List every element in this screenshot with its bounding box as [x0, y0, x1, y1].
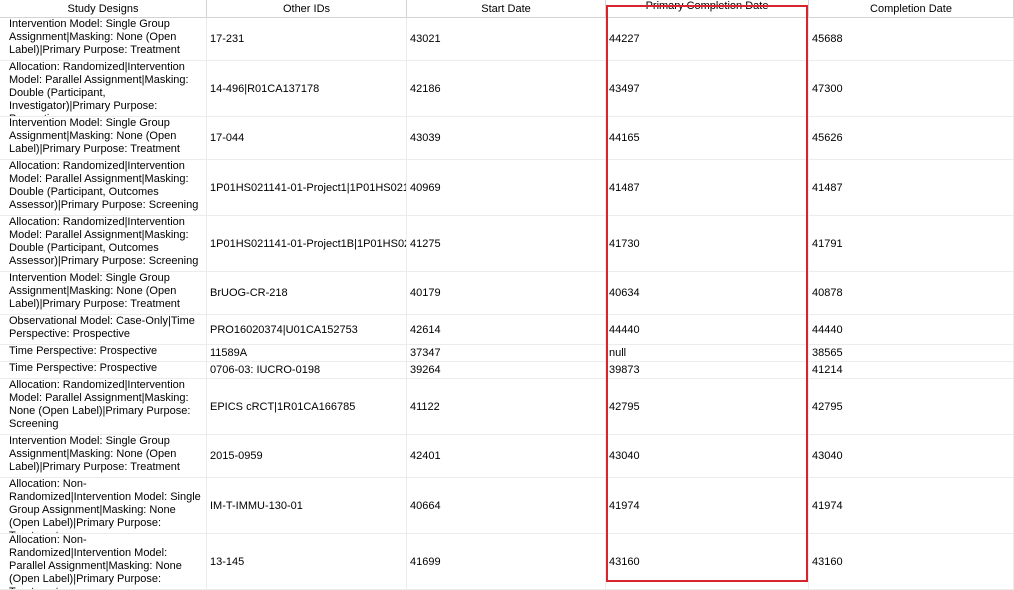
cell-start-date: 43021	[407, 18, 606, 60]
header-other-ids[interactable]: Other IDs	[207, 0, 407, 18]
cell-completion-date: 47300	[809, 61, 1014, 116]
cell-study-design: Intervention Model: Single Group Assignm…	[0, 435, 207, 477]
cell-other-ids: PRO16020374|U01CA152753	[207, 315, 407, 344]
cell-completion-date: 45626	[809, 117, 1014, 159]
cell-other-ids: 11589A	[207, 345, 407, 361]
cell-primary-completion-date: 40634	[606, 272, 809, 314]
cell-other-ids: 1P01HS021141-01-Project1|1P01HS021	[207, 160, 407, 215]
cell-other-ids: 17-231	[207, 18, 407, 60]
cell-completion-date: 42795	[809, 379, 1014, 434]
cell-primary-completion-date: 41730	[606, 216, 809, 271]
cell-completion-date: 41791	[809, 216, 1014, 271]
table-row[interactable]: Time Perspective: Prospective 11589A 373…	[0, 345, 1014, 362]
cell-start-date: 41122	[407, 379, 606, 434]
table-row[interactable]: Intervention Model: Single Group Assignm…	[0, 272, 1014, 315]
cell-start-date: 39264	[407, 362, 606, 378]
table-row[interactable]: Intervention Model: Single Group Assignm…	[0, 18, 1014, 61]
cell-primary-completion-date: 44227	[606, 18, 809, 60]
cell-primary-completion-date: 43040	[606, 435, 809, 477]
cell-start-date: 42401	[407, 435, 606, 477]
data-grid: Study Designs Other IDs Start Date Prima…	[0, 0, 1014, 590]
cell-primary-completion-date: 43160	[606, 534, 809, 589]
cell-other-ids: 1P01HS021141-01-Project1B|1P01HS02	[207, 216, 407, 271]
cell-study-design: Intervention Model: Single Group Assignm…	[0, 272, 207, 314]
table-body: Intervention Model: Single Group Assignm…	[0, 18, 1014, 590]
cell-start-date: 40664	[407, 478, 606, 533]
cell-primary-completion-date: 39873	[606, 362, 809, 378]
cell-primary-completion-date: 44440	[606, 315, 809, 344]
cell-start-date: 40969	[407, 160, 606, 215]
table-row[interactable]: Allocation: Randomized|Intervention Mode…	[0, 160, 1014, 216]
cell-completion-date: 40878	[809, 272, 1014, 314]
cell-other-ids: BrUOG-CR-218	[207, 272, 407, 314]
cell-study-design: Intervention Model: Single Group Assignm…	[0, 117, 207, 159]
column-header-row: Study Designs Other IDs Start Date Prima…	[0, 0, 1014, 18]
table-row[interactable]: Allocation: Randomized|Intervention Mode…	[0, 379, 1014, 435]
cell-study-design: Allocation: Non-Randomized|Intervention …	[0, 478, 207, 533]
cell-completion-date: 43160	[809, 534, 1014, 589]
cell-other-ids: EPICS cRCT|1R01CA166785	[207, 379, 407, 434]
table-row[interactable]: Intervention Model: Single Group Assignm…	[0, 435, 1014, 478]
table-row[interactable]: Allocation: Randomized|Intervention Mode…	[0, 216, 1014, 272]
cell-primary-completion-date: 43497	[606, 61, 809, 116]
cell-other-ids: IM-T-IMMU-130-01	[207, 478, 407, 533]
cell-primary-completion-date: 42795	[606, 379, 809, 434]
cell-start-date: 43039	[407, 117, 606, 159]
cell-start-date: 42614	[407, 315, 606, 344]
cell-completion-date: 41974	[809, 478, 1014, 533]
cell-other-ids: 14-496|R01CA137178	[207, 61, 407, 116]
cell-other-ids: 17-044	[207, 117, 407, 159]
cell-primary-completion-date: 41974	[606, 478, 809, 533]
cell-study-design: Allocation: Non-Randomized|Intervention …	[0, 534, 207, 589]
cell-primary-completion-date: 44165	[606, 117, 809, 159]
cell-start-date: 37347	[407, 345, 606, 361]
header-start-date[interactable]: Start Date	[407, 0, 606, 18]
table-row[interactable]: Allocation: Non-Randomized|Intervention …	[0, 534, 1014, 590]
table-row[interactable]: Time Perspective: Prospective 0706-03: I…	[0, 362, 1014, 379]
cell-study-design: Time Perspective: Prospective	[0, 345, 207, 361]
cell-start-date: 41275	[407, 216, 606, 271]
cell-study-design: Allocation: Randomized|Intervention Mode…	[0, 216, 207, 271]
cell-start-date: 42186	[407, 61, 606, 116]
table-row[interactable]: Intervention Model: Single Group Assignm…	[0, 117, 1014, 160]
cell-completion-date: 45688	[809, 18, 1014, 60]
cell-completion-date: 41487	[809, 160, 1014, 215]
cell-completion-date: 38565	[809, 345, 1014, 361]
cell-primary-completion-date: 41487	[606, 160, 809, 215]
table-row[interactable]: Allocation: Non-Randomized|Intervention …	[0, 478, 1014, 534]
cell-completion-date: 41214	[809, 362, 1014, 378]
table-row[interactable]: Observational Model: Case-Only|Time Pers…	[0, 315, 1014, 345]
cell-other-ids: 13-145	[207, 534, 407, 589]
cell-study-design: Allocation: Randomized|Intervention Mode…	[0, 379, 207, 434]
cell-study-design: Allocation: Randomized|Intervention Mode…	[0, 61, 207, 116]
cell-study-design: Allocation: Randomized|Intervention Mode…	[0, 160, 207, 215]
header-primary-completion-date[interactable]: Primary Completion Date	[606, 0, 809, 18]
cell-other-ids: 0706-03: IUCRO-0198	[207, 362, 407, 378]
cell-study-design: Time Perspective: Prospective	[0, 362, 207, 378]
cell-completion-date: 43040	[809, 435, 1014, 477]
cell-start-date: 41699	[407, 534, 606, 589]
cell-study-design: Observational Model: Case-Only|Time Pers…	[0, 315, 207, 344]
cell-other-ids: 2015-0959	[207, 435, 407, 477]
cell-study-design: Intervention Model: Single Group Assignm…	[0, 18, 207, 60]
cell-primary-completion-date: null	[606, 345, 809, 361]
header-completion-date[interactable]: Completion Date	[809, 0, 1014, 18]
header-study-designs[interactable]: Study Designs	[0, 0, 207, 18]
cell-start-date: 40179	[407, 272, 606, 314]
table-row[interactable]: Allocation: Randomized|Intervention Mode…	[0, 61, 1014, 117]
cell-completion-date: 44440	[809, 315, 1014, 344]
